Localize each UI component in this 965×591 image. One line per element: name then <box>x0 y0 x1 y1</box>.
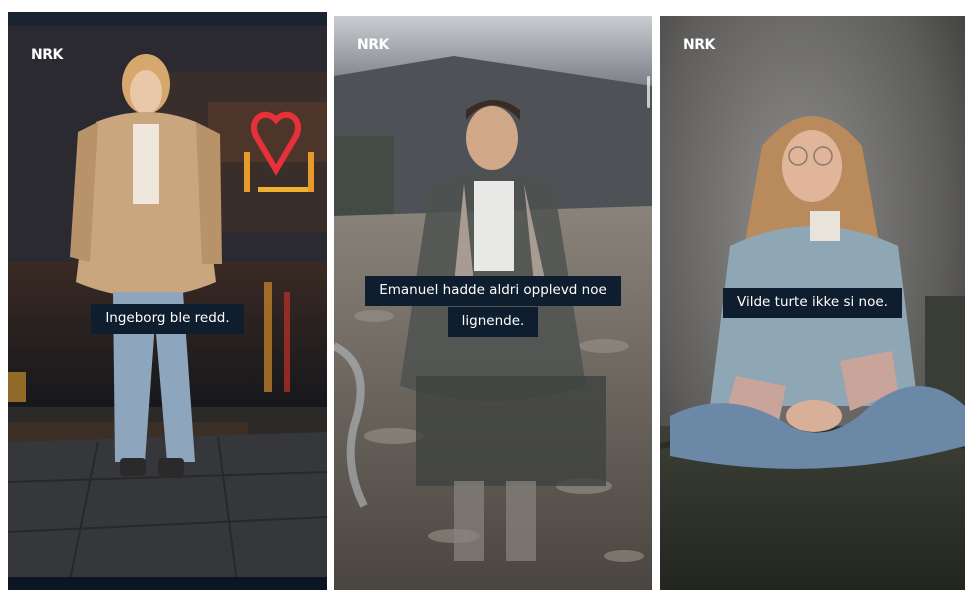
caption: Vilde turte ikke si noe. <box>660 288 965 319</box>
nrk-logo: NRK <box>31 47 63 63</box>
caption: Emanuel hadde aldri opplevd noe lignende… <box>334 276 652 338</box>
story-panel-3[interactable]: NRK Vilde turte ikke si noe. <box>660 16 965 590</box>
caption: Ingeborg ble redd. <box>8 304 327 335</box>
story-panel-2[interactable]: NRK Emanuel hadde aldri opplevd noe lign… <box>334 16 652 590</box>
caption-line: Emanuel hadde aldri opplevd noe <box>365 276 621 306</box>
story-panel-1[interactable]: NRK Ingeborg ble redd. <box>8 12 327 590</box>
caption-line: Ingeborg ble redd. <box>91 304 244 334</box>
caption-line: lignende. <box>447 307 539 337</box>
nrk-logo: NRK <box>683 37 715 53</box>
scrollbar[interactable] <box>647 76 650 108</box>
photo-ingeborg <box>8 12 327 590</box>
caption-line: Vilde turte ikke si noe. <box>723 288 902 318</box>
nrk-logo: NRK <box>357 37 389 53</box>
